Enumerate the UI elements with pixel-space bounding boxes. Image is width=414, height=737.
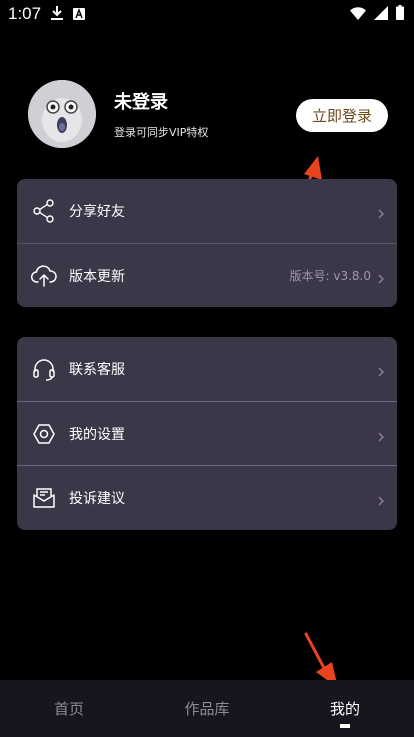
chevron-right-icon <box>377 492 385 505</box>
menu-row-support[interactable]: 联系客服 <box>17 337 397 401</box>
headset-icon <box>31 356 57 382</box>
menu-row-share[interactable]: 分享好友 <box>17 179 397 243</box>
menu-group-2: 联系客服 我的设置 投诉建议 <box>17 337 397 530</box>
profile-header[interactable]: 未登录 登录可同步VIP特权 <box>28 80 208 148</box>
avatar[interactable] <box>28 80 96 148</box>
screen: 1:07 未登录 登录可同步VIP特权 立即登录 分享好友 版本更新 版本号: … <box>0 0 414 737</box>
chevron-right-icon <box>377 363 385 377</box>
settings-hexagon-icon <box>31 421 57 447</box>
download-icon <box>51 5 64 24</box>
tab-mine-label: 我的 <box>329 700 360 718</box>
active-tab-indicator <box>340 724 350 728</box>
menu-label-feedback: 投诉建议 <box>69 490 125 507</box>
menu-label-support: 联系客服 <box>69 362 125 378</box>
a-badge-icon <box>73 5 86 24</box>
tab-works[interactable]: 作品库 <box>147 698 267 719</box>
chevron-right-icon <box>377 270 385 283</box>
version-value: 版本号: v3.8.0 <box>289 269 372 283</box>
menu-label-update: 版本更新 <box>69 268 125 285</box>
wifi-icon <box>350 5 366 24</box>
tab-home[interactable]: 首页 <box>9 698 129 719</box>
chevron-right-icon <box>377 205 385 219</box>
menu-label-settings: 我的设置 <box>69 426 125 443</box>
menu-label-share: 分享好友 <box>69 204 125 220</box>
tab-mine[interactable]: 我的 <box>285 698 405 728</box>
profile-name: 未登录 <box>114 92 168 113</box>
share-icon <box>31 198 57 224</box>
menu-row-settings[interactable]: 我的设置 <box>17 401 397 465</box>
status-bar: 1:07 <box>0 0 414 28</box>
profile-subtitle: 登录可同步VIP特权 <box>114 126 209 139</box>
feedback-mail-icon <box>31 485 57 511</box>
login-button[interactable]: 立即登录 <box>296 99 388 132</box>
cloud-upload-icon <box>31 263 57 289</box>
battery-icon <box>396 4 404 24</box>
menu-row-update[interactable]: 版本更新 版本号: v3.8.0 <box>17 243 397 307</box>
menu-group-1: 分享好友 版本更新 版本号: v3.8.0 <box>17 179 397 307</box>
menu-row-feedback[interactable]: 投诉建议 <box>17 465 397 529</box>
chevron-right-icon <box>377 428 385 441</box>
status-time: 1:07 <box>8 4 42 23</box>
bottom-nav: 首页 作品库 我的 <box>0 680 414 737</box>
signal-icon <box>374 5 388 24</box>
